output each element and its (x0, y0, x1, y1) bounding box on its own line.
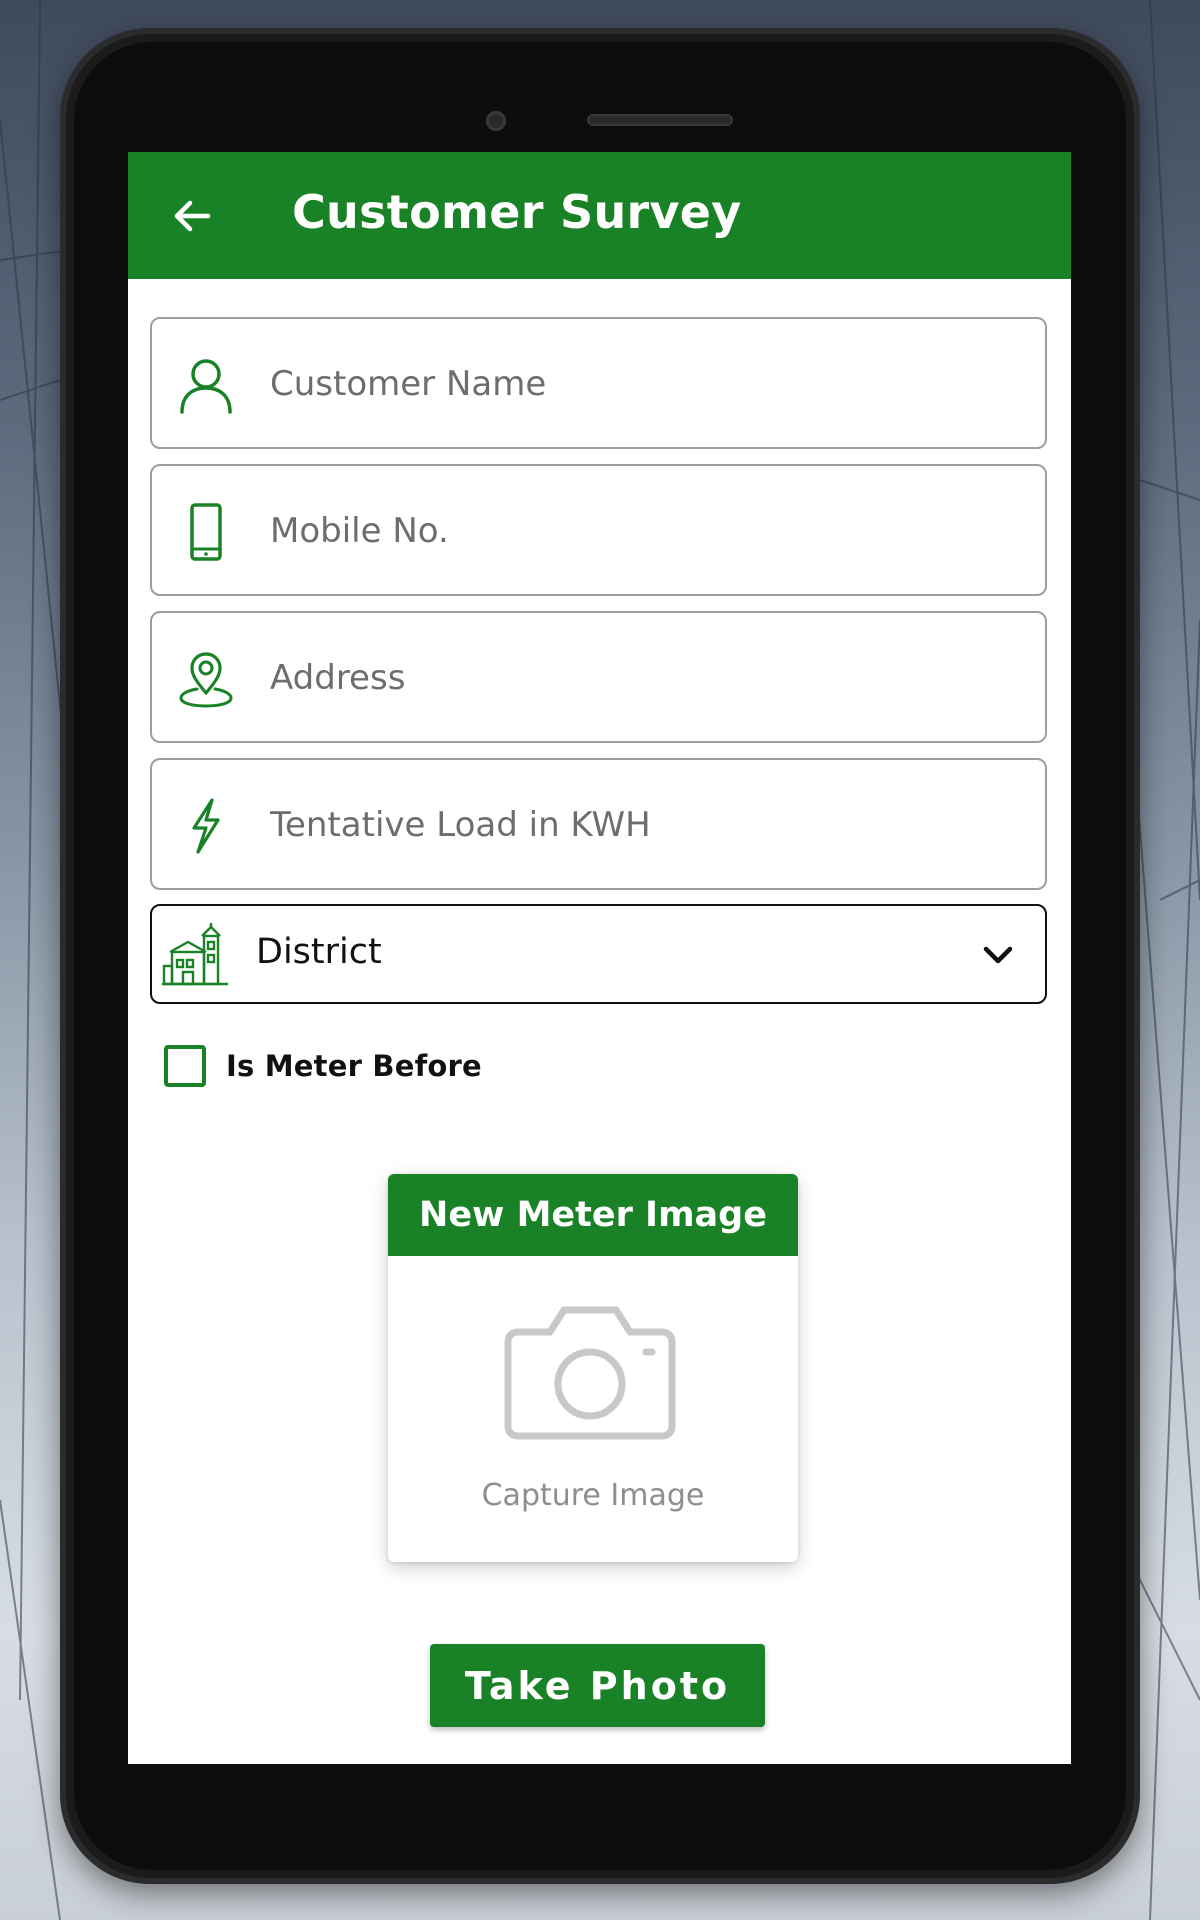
is-meter-before-checkbox[interactable] (164, 1045, 206, 1087)
customer-name-input[interactable] (270, 349, 1020, 419)
lightning-icon (176, 796, 236, 856)
speaker-grille (587, 114, 733, 126)
building-icon (162, 923, 228, 986)
is-meter-before-row: Is Meter Before (164, 1045, 482, 1087)
address-input[interactable] (270, 643, 1020, 713)
card-caption: Capture Image (481, 1478, 705, 1513)
district-selected-value: District (256, 932, 382, 972)
front-camera (486, 111, 506, 131)
phone-icon (176, 502, 236, 562)
address-field[interactable] (150, 611, 1047, 743)
customer-name-field[interactable] (150, 317, 1047, 449)
camera-icon (504, 1306, 676, 1440)
take-photo-button[interactable]: Take Photo (430, 1644, 765, 1727)
district-select[interactable]: District (150, 904, 1047, 1004)
tentative-load-field[interactable] (150, 758, 1047, 890)
page-title: Customer Survey (292, 185, 742, 239)
app-bar: Customer Survey (128, 152, 1071, 279)
new-meter-image-card[interactable]: New Meter Image Capture Image (388, 1174, 798, 1562)
back-button[interactable] (168, 192, 216, 240)
tentative-load-input[interactable] (270, 790, 1020, 860)
arrow-left-icon (174, 200, 211, 232)
card-title: New Meter Image (388, 1174, 798, 1256)
mobile-no-field[interactable] (150, 464, 1047, 596)
is-meter-before-label: Is Meter Before (226, 1049, 482, 1083)
mobile-no-input[interactable] (270, 496, 1020, 566)
person-icon (176, 355, 236, 415)
app-screen: Customer Survey Customer Name Mobile No.… (128, 152, 1071, 1764)
chevron-down-icon (983, 946, 1013, 964)
location-pin-icon (176, 649, 236, 709)
